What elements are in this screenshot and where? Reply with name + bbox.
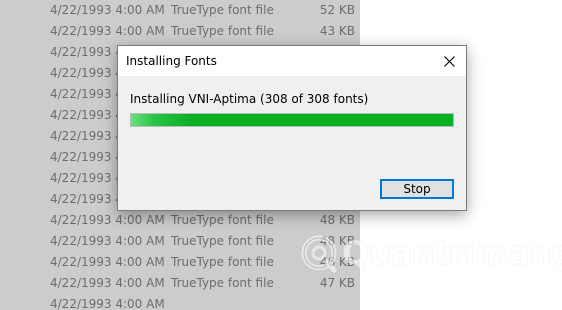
file-date: 4/22/1993 4:00 AM	[50, 255, 165, 269]
file-size: 48 KB	[319, 213, 355, 227]
file-type: TrueType font file	[171, 276, 274, 290]
dialog-titlebar: Installing Fonts	[118, 46, 466, 76]
watermark-mark-icon	[301, 235, 337, 273]
file-size: 43 KB	[319, 24, 355, 38]
dialog-title: Installing Fonts	[126, 54, 217, 68]
installing-fonts-dialog: Installing Fonts Installing VNI-Aptima (…	[117, 45, 467, 211]
file-date: 4/22/1993 4:00 AM	[50, 276, 165, 290]
file-type: TrueType font file	[171, 24, 274, 38]
file-date: 4/22/1993 4:00 AM	[50, 24, 165, 38]
file-type: TrueType font file	[171, 3, 274, 17]
screen: 4/22/1993 4:00 AM TrueType font file 52 KB…	[0, 0, 562, 310]
file-date: 4/22/1993 4:00 AM	[50, 234, 165, 248]
stop-button[interactable]: Stop	[380, 179, 454, 199]
close-icon	[443, 55, 455, 67]
file-row[interactable]: 4/22/1993 4:00 AM TrueType font file 52 KB	[0, 0, 360, 21]
dialog-footer: Stop	[118, 166, 466, 210]
watermark-text: Quantrimang	[342, 234, 562, 272]
progress-glow	[131, 114, 191, 126]
file-size: 52 KB	[319, 3, 355, 17]
file-date: 4/22/1993 4:00 AM	[50, 3, 165, 17]
file-type: TrueType font file	[171, 255, 274, 269]
file-type: TrueType font file	[171, 213, 274, 227]
watermark-logo: Quantrimang	[300, 228, 562, 280]
install-status-text: Installing VNI-Aptima (308 of 308 fonts)	[130, 92, 369, 106]
close-button[interactable]	[432, 46, 466, 76]
file-row[interactable]: 4/22/1993 4:00 AM	[0, 294, 360, 310]
file-date: 4/22/1993 4:00 AM	[50, 297, 165, 310]
file-row[interactable]: 4/22/1993 4:00 AM TrueType font file 43 KB	[0, 21, 360, 42]
install-progress-bar	[130, 113, 454, 127]
file-type: TrueType font file	[171, 234, 274, 248]
file-date: 4/22/1993 4:00 AM	[50, 213, 165, 227]
